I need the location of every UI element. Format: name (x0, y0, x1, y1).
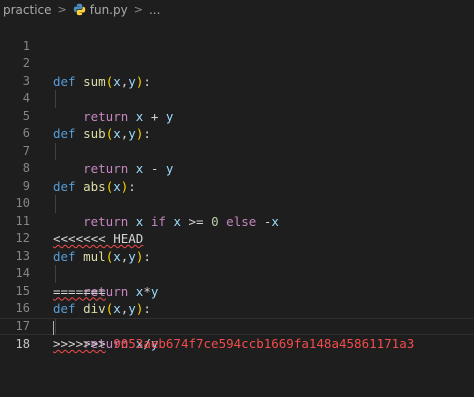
code-line[interactable]: 11 <<<<<<< HEAD (0, 195, 474, 247)
code-line[interactable]: 8 def abs(x): (0, 143, 474, 194)
breadcrumb: practice > fun.py > ... (0, 0, 474, 19)
code-editor[interactable]: 1 2 def sum(x,y): 3 return x + y 4 5 def… (0, 19, 474, 397)
text-cursor (53, 320, 54, 335)
chevron-right-icon: > (133, 3, 143, 16)
code-line[interactable]: 17 >>>>>>> 9053aeb674f7ce594ccb1669fa148… (0, 300, 474, 352)
code-line[interactable]: 4 (0, 73, 474, 105)
code-line[interactable]: 14 ======= (0, 248, 474, 299)
code-text: >>>>>>> 9053aeb674f7ce594ccb1669fa148a45… (53, 335, 414, 353)
code-line[interactable]: 1 (0, 20, 474, 53)
code-line[interactable]: 6 return x - y (0, 108, 474, 176)
code-line[interactable]: 9 return x if x >= 0 else -x (0, 160, 474, 229)
code-line[interactable]: 16 return x/y (0, 283, 474, 351)
chevron-right-icon: > (57, 3, 67, 16)
code-line[interactable]: 12 def mul(x,y): (0, 213, 474, 264)
breadcrumb-folder[interactable]: practice (3, 3, 52, 17)
breadcrumb-file[interactable]: fun.py (90, 3, 128, 17)
code-line[interactable]: 7 (0, 125, 474, 158)
breadcrumb-more[interactable]: ... (149, 3, 160, 17)
code-line[interactable]: 3 return x + y (0, 55, 474, 124)
code-line[interactable]: 15 def div(x,y): (0, 265, 474, 317)
commit-hash: 9053aeb674f7ce594ccb1669fa148a45861171a3 (113, 336, 415, 351)
line-number: 18 (15, 337, 30, 351)
code-line[interactable]: 10 (0, 178, 474, 210)
python-file-icon (73, 3, 86, 16)
current-line[interactable]: 18 (0, 317, 474, 351)
code-line[interactable]: 5 def sub(x,y): (0, 90, 474, 142)
conflict-marker-incoming: >>>>>>> (53, 336, 106, 351)
code-line[interactable]: 2 def sum(x,y): (0, 38, 474, 89)
code-line[interactable]: 13 return x*y (0, 230, 474, 299)
